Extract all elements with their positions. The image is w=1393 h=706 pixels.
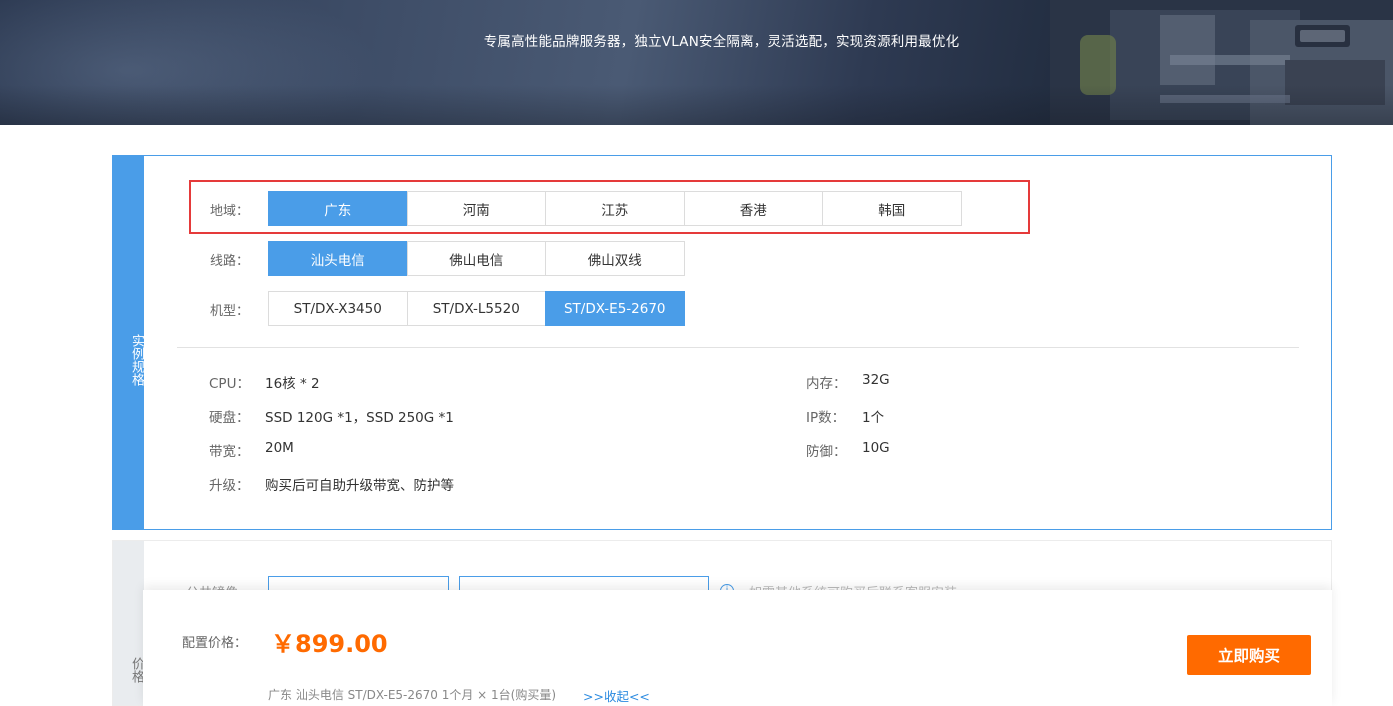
spec-cpu: CPU： 16核 * 2 [209,372,320,392]
upgrade-label: 升级： [209,478,250,494]
config-price-label: 配置价格： [182,636,248,651]
region-option-korea[interactable]: 韩国 [822,191,962,226]
disk-value: SSD 120G *1，SSD 250G *1 [265,410,454,426]
line-options: 汕头电信 佛山电信 佛山双线 [268,241,685,276]
spec-side-label: 实例规格 [129,334,144,386]
spec-side-tab: 实例规格 [113,156,144,529]
disk-label: 硬盘： [209,410,250,426]
region-option-henan[interactable]: 河南 [406,191,546,226]
region-label: 地域： [210,204,250,219]
spec-divider [177,347,1299,348]
line-option-foshan-telecom[interactable]: 佛山电信 [406,241,546,276]
spec-disk: 硬盘： SSD 120G *1，SSD 250G *1 [209,406,454,426]
region-option-guangdong[interactable]: 广东 [268,191,408,226]
banner-tagline: 专属高性能品牌服务器，独立VLAN安全隔离，灵活选配，实现资源利用最优化 [483,34,960,50]
region-option-hongkong[interactable]: 香港 [683,191,823,226]
line-option-shantou-telecom[interactable]: 汕头电信 [268,241,408,276]
defense-value: 10G [862,440,890,456]
model-label: 机型： [210,304,250,319]
region-option-jiangsu[interactable]: 江苏 [545,191,685,226]
model-option-l5520[interactable]: ST/DX-L5520 [406,291,546,326]
line-label: 线路： [210,254,250,269]
buy-bar: 配置价格： ￥899.00 立即购买 广东 汕头电信 ST/DX-E5-2670… [143,590,1332,706]
spec-memory: 内存： 32G [806,372,890,392]
instance-spec-panel: 实例规格 地域： 广东 河南 江苏 香港 韩国 线路： 汕头电信 佛山电信 佛山… [112,155,1332,530]
model-option-e5-2670[interactable]: ST/DX-E5-2670 [545,291,685,326]
upgrade-value: 购买后可自助升级带宽、防护等 [265,478,454,494]
region-options: 广东 河南 江苏 香港 韩国 [268,191,962,226]
cpu-label: CPU： [209,376,250,392]
collapse-link[interactable]: >>收起<< [583,686,650,705]
spec-ip: IP数： 1个 [806,406,884,426]
bandwidth-label: 带宽： [209,444,250,460]
hero-banner: 专属高性能品牌服务器，独立VLAN安全隔离，灵活选配，实现资源利用最优化 [0,0,1393,125]
spec-upgrade: 升级： 购买后可自助升级带宽、防护等 [209,474,454,494]
order-summary: 广东 汕头电信 ST/DX-E5-2670 1个月 × 1台(购买量) [268,688,557,702]
spec-defense: 防御： 10G [806,440,890,460]
line-option-foshan-dual[interactable]: 佛山双线 [545,241,685,276]
buy-now-button[interactable]: 立即购买 [1187,635,1311,675]
defense-label: 防御： [806,444,847,460]
cpu-value: 16核 * 2 [265,376,320,392]
model-options: ST/DX-X3450 ST/DX-L5520 ST/DX-E5-2670 [268,291,685,326]
spec-bandwidth: 带宽： 20M [209,440,294,460]
price-side-label: 价格 [129,657,144,683]
config-price-value: ￥899.00 [271,630,388,658]
model-option-x3450[interactable]: ST/DX-X3450 [268,291,408,326]
bandwidth-value: 20M [265,440,294,456]
ip-value: 1个 [862,410,885,426]
ip-label: IP数： [806,410,846,426]
memory-label: 内存： [806,376,847,392]
server-rack-image [1050,0,1393,125]
price-side-tab: 价格 [113,541,144,705]
memory-value: 32G [862,372,890,388]
